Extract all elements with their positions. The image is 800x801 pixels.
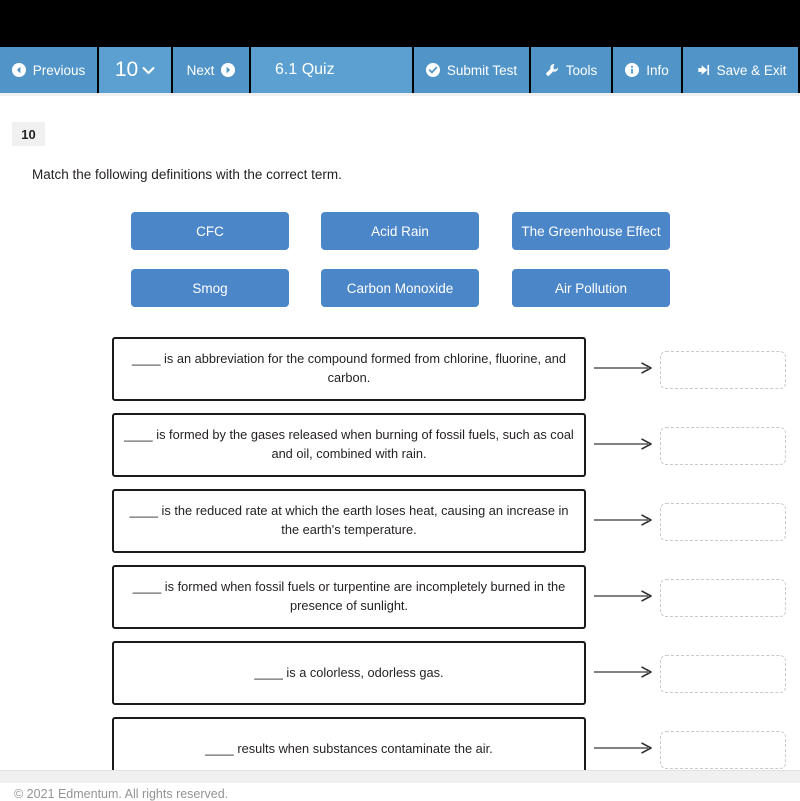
save-and-exit-label: Save & Exit <box>716 62 787 78</box>
match-arrow-icon <box>594 589 656 603</box>
sign-out-icon <box>695 63 710 77</box>
quiz-title-label: 6.1 Quiz <box>275 61 335 78</box>
quiz-toolbar: Previous 10 Next 6.1 Quiz Submit Test To… <box>0 47 800 93</box>
question-number-value: 10 <box>114 58 139 81</box>
answer-dropzone[interactable] <box>660 351 786 389</box>
wrench-icon <box>545 63 559 77</box>
term-tile[interactable]: The Greenhouse Effect <box>512 212 670 250</box>
top-black-band <box>0 0 800 47</box>
question-number-badge: 10 <box>12 122 45 146</box>
previous-button[interactable]: Previous <box>0 47 99 93</box>
definition-box: ____ is the reduced rate at which the ea… <box>112 489 586 553</box>
quiz-title-button[interactable]: 6.1 Quiz <box>251 47 414 93</box>
answer-dropzone[interactable] <box>660 579 786 617</box>
term-tile[interactable]: Smog <box>131 269 289 307</box>
check-circle-icon <box>425 63 440 77</box>
submit-test-label: Submit Test <box>446 62 518 78</box>
match-arrow-icon <box>594 437 656 451</box>
chevron-down-icon <box>142 66 155 75</box>
footer-copyright: © 2021 Edmentum. All rights reserved. <box>14 787 229 801</box>
match-arrow-icon <box>594 361 656 375</box>
next-label: Next <box>186 62 215 78</box>
term-tile[interactable]: Air Pollution <box>512 269 670 307</box>
match-row: ____ is the reduced rate at which the ea… <box>0 489 800 553</box>
answer-dropzone[interactable] <box>660 731 786 769</box>
page-top-divider <box>0 93 800 96</box>
term-tile[interactable]: CFC <box>131 212 289 250</box>
answer-dropzone[interactable] <box>660 503 786 541</box>
match-arrow-icon <box>594 665 656 679</box>
footer-divider <box>0 770 800 783</box>
match-row: ____ is a colorless, odorless gas. <box>0 641 800 705</box>
next-button[interactable]: Next <box>173 47 251 93</box>
previous-label: Previous <box>32 62 86 78</box>
match-arrow-icon <box>594 741 656 755</box>
info-circle-icon <box>625 63 640 77</box>
answer-dropzone[interactable] <box>660 655 786 693</box>
match-row: ____ is an abbreviation for the compound… <box>0 337 800 401</box>
tools-label: Tools <box>565 62 598 78</box>
definition-box: ____ is formed by the gases released whe… <box>112 413 586 477</box>
question-number-dropdown[interactable]: 10 <box>99 47 173 93</box>
submit-test-button[interactable]: Submit Test <box>414 47 531 93</box>
info-label: Info <box>646 62 669 78</box>
tools-button[interactable]: Tools <box>531 47 613 93</box>
definition-box: ____ is a colorless, odorless gas. <box>112 641 586 705</box>
question-page: 10 Match the following definitions with … <box>0 93 800 801</box>
question-prompt: Match the following definitions with the… <box>32 167 342 182</box>
term-tile[interactable]: Acid Rain <box>321 212 479 250</box>
info-button[interactable]: Info <box>613 47 683 93</box>
match-row: ____ is formed by the gases released whe… <box>0 413 800 477</box>
arrow-right-circle-icon <box>221 63 236 77</box>
answer-dropzone[interactable] <box>660 427 786 465</box>
save-and-exit-button[interactable]: Save & Exit <box>683 47 798 93</box>
definition-box: ____ is formed when fossil fuels or turp… <box>112 565 586 629</box>
definition-box: ____ is an abbreviation for the compound… <box>112 337 586 401</box>
term-tile[interactable]: Carbon Monoxide <box>321 269 479 307</box>
arrow-left-circle-icon <box>11 63 26 77</box>
match-row: ____ is formed when fossil fuels or turp… <box>0 565 800 629</box>
match-arrow-icon <box>594 513 656 527</box>
